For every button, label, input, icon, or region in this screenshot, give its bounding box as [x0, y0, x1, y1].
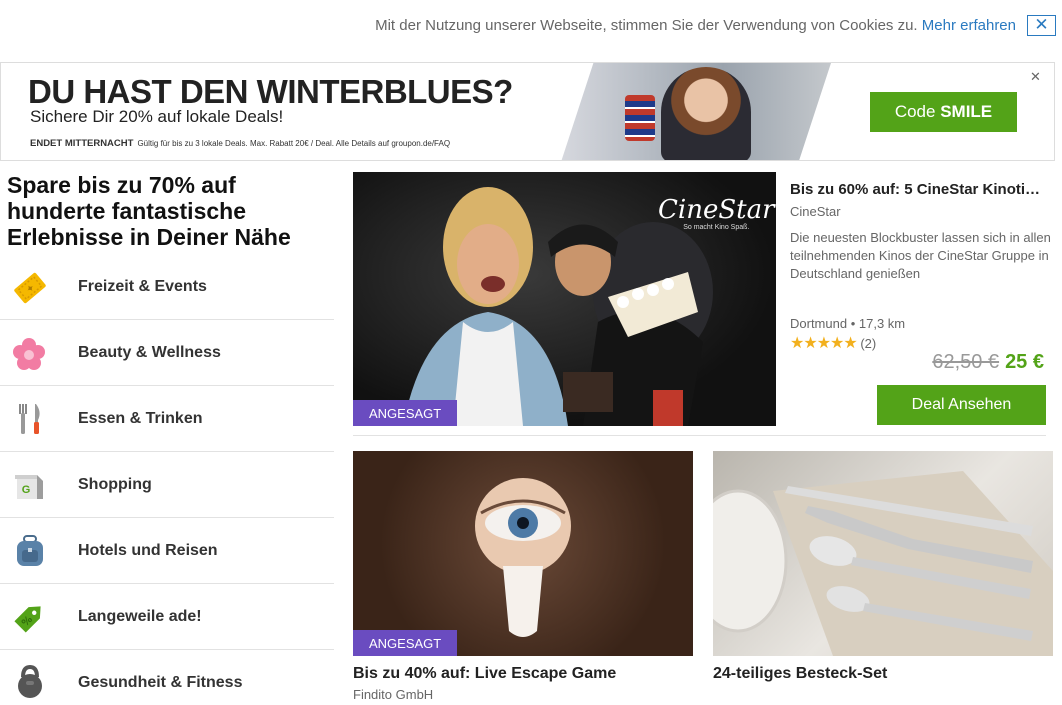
view-deal-button[interactable]: Deal Ansehen: [877, 385, 1046, 425]
featured-deal-rating: ★★★★★ (2): [790, 333, 876, 353]
trending-badge: ANGESAGT: [353, 400, 458, 426]
banner-photo-cup: [625, 95, 655, 141]
banner-deadline: ENDET MITTERNACHT: [30, 138, 134, 149]
cutlery-photo: [713, 471, 1053, 656]
cinestar-logo-wordmark: CineStar: [658, 195, 775, 225]
category-item-langeweile[interactable]: % Langeweile ade!: [0, 584, 334, 650]
new-price: 25 €: [1005, 351, 1044, 373]
category-list: ✦ Freizeit & Events Beauty & Wellness Es…: [0, 254, 334, 705]
promo-code: SMILE: [940, 102, 993, 121]
featured-deal-location: Dortmund • 17,3 km: [790, 316, 905, 331]
promo-banner[interactable]: DU HAST DEN WINTERBLUES? Sichere Dir 20%…: [0, 62, 1055, 161]
kettlebell-icon: [0, 650, 78, 705]
category-item-gesundheit[interactable]: Gesundheit & Fitness: [0, 650, 334, 705]
backpack-icon: [0, 518, 78, 584]
category-item-beauty[interactable]: Beauty & Wellness: [0, 320, 334, 386]
trending-badge: ANGESAGT: [353, 630, 458, 656]
featured-deal-price: 62,50 €25 €: [932, 351, 1044, 374]
cutlery-icon: [0, 386, 78, 452]
featured-deal-image[interactable]: CineStar So macht Kino Spaß. ANGESAGT: [353, 172, 776, 426]
rating-count: (2): [860, 336, 877, 351]
featured-deal-merchant: CineStar: [790, 204, 841, 219]
deal-card-cutlery-set[interactable]: 24-teiliges Besteck-Set: [713, 451, 1053, 683]
banner-subline: Sichere Dir 20% auf lokale Deals!: [30, 107, 284, 126]
banner-close-icon[interactable]: ✕: [1030, 69, 1041, 85]
category-label: Beauty & Wellness: [78, 343, 221, 361]
cutlery-set-image[interactable]: [713, 451, 1053, 656]
banner-terms: Gültig für bis zu 3 lokale Deals. Max. R…: [137, 139, 451, 148]
old-price: 62,50 €: [932, 351, 1000, 373]
section-divider: [353, 435, 1046, 436]
category-label: Essen & Trinken: [78, 409, 203, 427]
cookie-text: Mit der Nutzung unserer Webseite, stimme…: [375, 17, 918, 34]
deal-card-title[interactable]: 24-teiliges Besteck-Set: [713, 665, 1053, 683]
category-item-hotels[interactable]: Hotels und Reisen: [0, 518, 334, 584]
featured-deal-title[interactable]: Bis zu 60% auf: 5 CineStar Kinotickets: [790, 181, 1048, 198]
cookie-bar: Mit der Nutzung unserer Webseite, stimme…: [0, 0, 1062, 52]
flower-icon: [0, 320, 78, 386]
escape-game-image[interactable]: ANGESAGT: [353, 451, 693, 656]
category-label: Freizeit & Events: [78, 277, 207, 295]
cinestar-logo-tagline: So macht Kino Spaß.: [683, 224, 750, 231]
category-label: Hotels und Reisen: [78, 541, 218, 559]
page-headline: Spare bis zu 70% auf hunderte fantastisc…: [7, 172, 291, 250]
category-label: Shopping: [78, 475, 152, 493]
deal-card-title[interactable]: Bis zu 40% auf: Live Escape Game: [353, 665, 693, 683]
deal-card-merchant: Findito GmbH: [353, 687, 434, 702]
cinestar-logo: CineStar So macht Kino Spaß.: [658, 196, 775, 231]
deal-card-escape-game[interactable]: ANGESAGT Bis zu 40% auf: Live Escape Gam…: [353, 451, 693, 702]
category-item-freizeit[interactable]: ✦ Freizeit & Events: [0, 254, 334, 320]
promo-code-button[interactable]: Code SMILE: [870, 92, 1017, 132]
category-item-essen[interactable]: Essen & Trinken: [0, 386, 334, 452]
star-rating-icons: ★★★★★: [790, 335, 858, 352]
cookie-notice: Mit der Nutzung unserer Webseite, stimme…: [375, 17, 1016, 34]
keyhole-eye-photo: [475, 478, 571, 637]
svg-text:G: G: [22, 484, 31, 496]
tag-icon: %: [0, 584, 78, 650]
cookie-more-link[interactable]: Mehr erfahren: [922, 17, 1016, 34]
ticket-icon: ✦: [0, 254, 78, 320]
banner-fine-print: ENDET MITTERNACHT Gültig für bis zu 3 lok…: [30, 138, 450, 149]
promo-code-prefix: Code: [894, 102, 936, 121]
category-label: Gesundheit & Fitness: [78, 674, 243, 691]
banner-photo-woman: [661, 67, 751, 160]
banner-headline: DU HAST DEN WINTERBLUES?: [28, 73, 513, 110]
location-city: Dortmund: [790, 316, 848, 331]
location-distance: • 17,3 km: [850, 316, 906, 331]
cookie-close-button[interactable]: ✕: [1027, 15, 1056, 36]
category-label: Langeweile ade!: [78, 607, 202, 625]
featured-deal-description: Die neuesten Blockbuster lassen sich in …: [790, 230, 1051, 281]
shopping-bag-icon: G: [0, 452, 78, 518]
category-item-shopping[interactable]: G Shopping: [0, 452, 334, 518]
